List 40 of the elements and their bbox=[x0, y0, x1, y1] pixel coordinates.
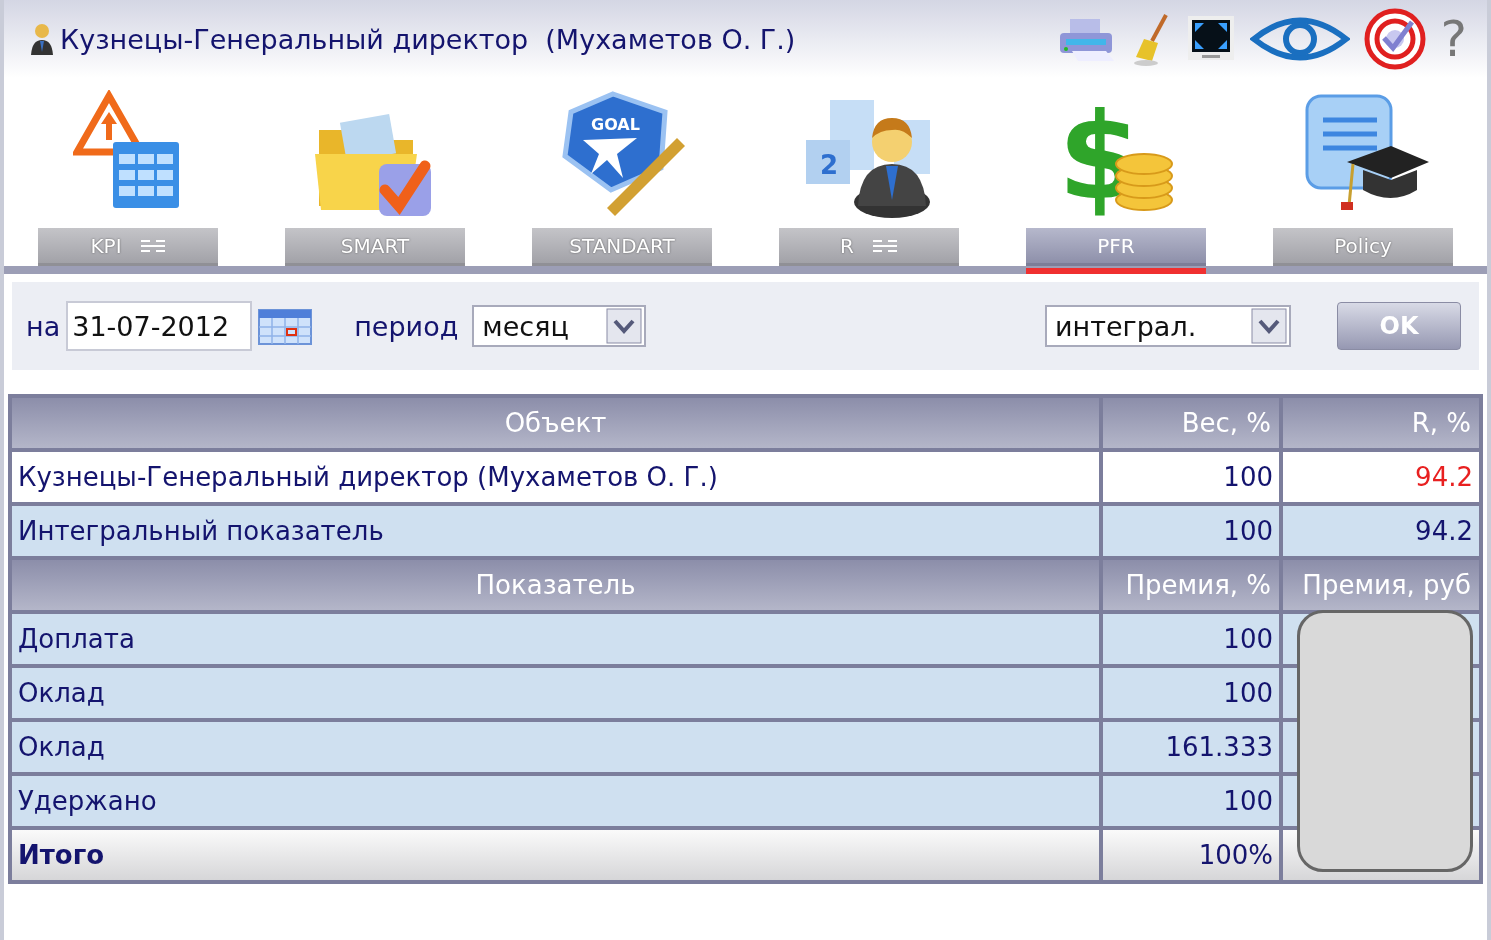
window-title: Кузнецы-Генеральный директор (Мухаметов О. Г.) bbox=[60, 23, 796, 55]
table-cell: 100 bbox=[1103, 776, 1279, 826]
module-tab[interactable]: R bbox=[779, 228, 959, 266]
table-cell: Доплата bbox=[12, 614, 1099, 664]
date-field[interactable]: 31-07-2012 bbox=[66, 301, 253, 351]
table-cell: Оклад bbox=[12, 668, 1099, 718]
column-header: R, % bbox=[1283, 398, 1479, 448]
period-dropdown[interactable]: месяц bbox=[472, 305, 647, 347]
calendar-icon[interactable] bbox=[258, 306, 313, 346]
table-cell: 100 bbox=[1103, 506, 1279, 556]
column-header: Объект bbox=[12, 398, 1099, 448]
module-tab[interactable]: STANDART bbox=[532, 228, 712, 266]
table-cell: 100 bbox=[1103, 452, 1279, 502]
table-cell: Оклад bbox=[12, 722, 1099, 772]
table-cell: 100 bbox=[1103, 614, 1279, 664]
column-header: Вес, % bbox=[1103, 398, 1279, 448]
column-header: Премия, руб bbox=[1283, 560, 1479, 610]
table-cell[interactable]: Кузнецы-Генеральный директор (Мухаметов О. Г.) bbox=[12, 452, 1099, 502]
module-tab[interactable]: Policy bbox=[1273, 228, 1453, 266]
module-tab[interactable]: PFR bbox=[1026, 228, 1206, 266]
table-cell: 94.2 bbox=[1283, 452, 1479, 502]
table-cell: 100 bbox=[1103, 668, 1279, 718]
module-tab[interactable]: SMART bbox=[285, 228, 465, 266]
date-label: на bbox=[26, 310, 61, 342]
table-cell: 100% bbox=[1103, 830, 1279, 880]
column-header: Показатель bbox=[12, 560, 1099, 610]
user-icon bbox=[30, 22, 54, 56]
ok-button[interactable]: OK bbox=[1337, 302, 1461, 350]
module-tab[interactable]: KPI bbox=[38, 228, 218, 266]
help-button[interactable]: ? bbox=[1440, 14, 1467, 64]
table-cell: Удержано bbox=[12, 776, 1099, 826]
mode-dropdown[interactable]: интеграл. bbox=[1045, 305, 1291, 347]
table-cell: 161.333 bbox=[1103, 722, 1279, 772]
period-label: период bbox=[354, 310, 459, 342]
eye-icon[interactable] bbox=[1250, 14, 1351, 64]
table-cell: 94.2 bbox=[1283, 506, 1479, 556]
table-cell: Итого bbox=[12, 830, 1099, 880]
target-check-icon[interactable] bbox=[1364, 8, 1427, 70]
table-cell[interactable]: Интегральный показатель bbox=[12, 506, 1099, 556]
column-header: Премия, % bbox=[1103, 560, 1279, 610]
